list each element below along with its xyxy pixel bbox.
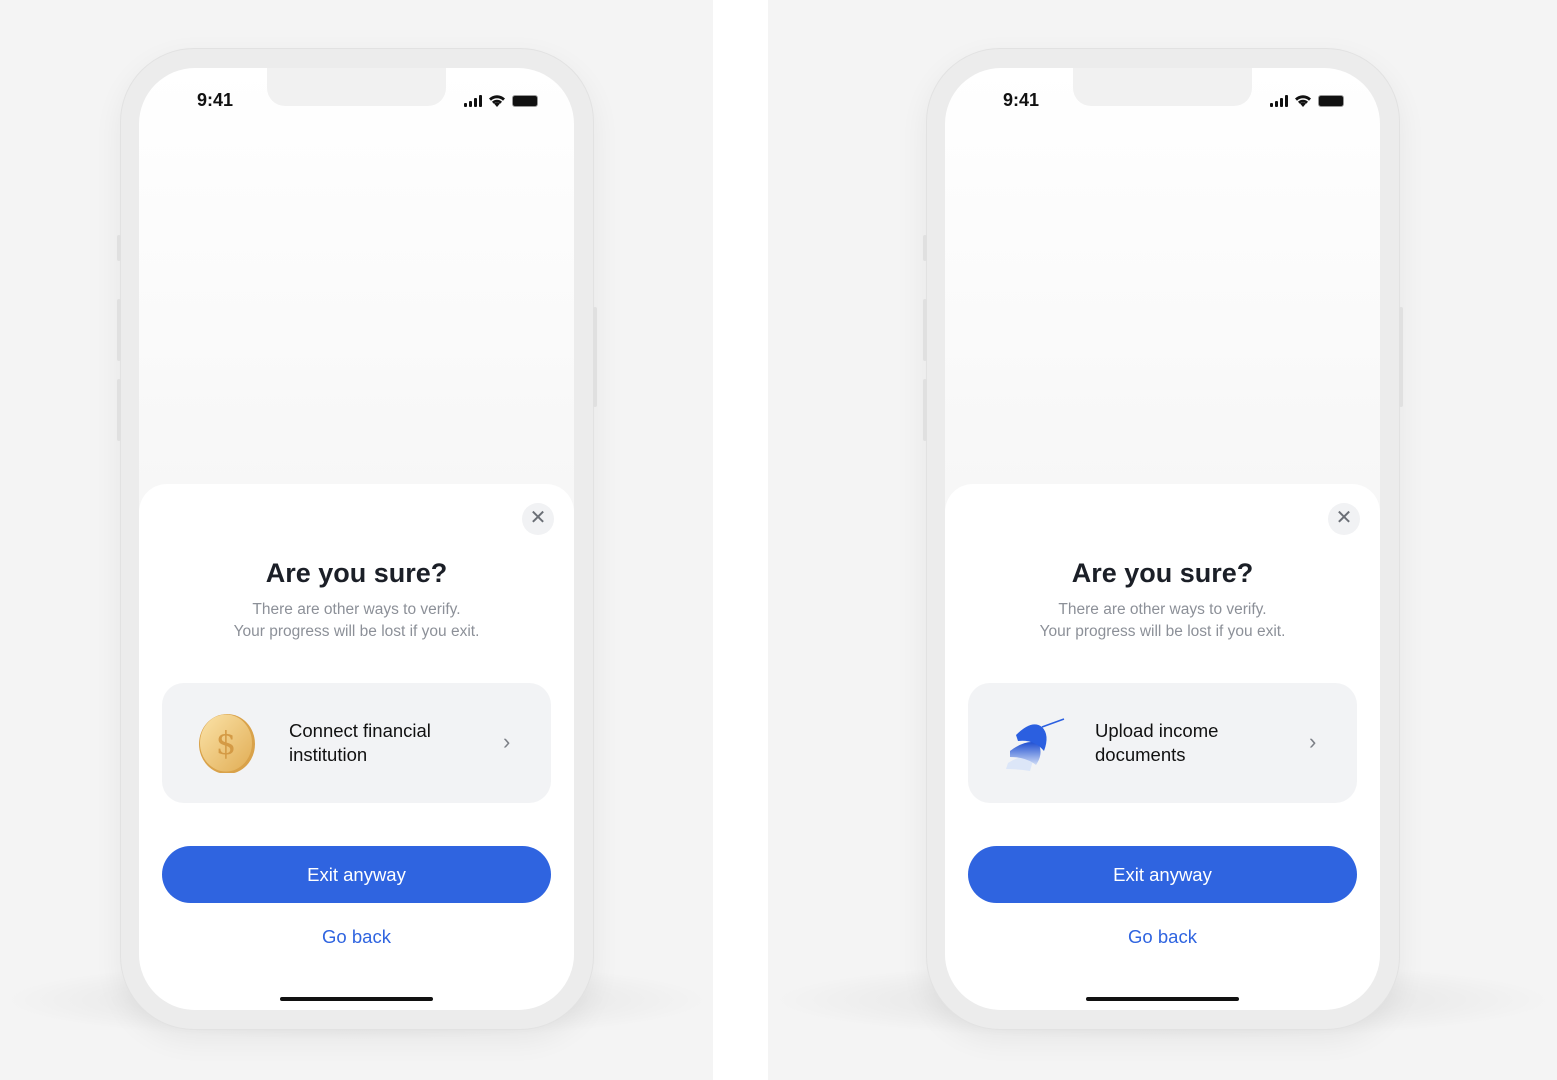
exit-anyway-button[interactable]: Exit anyway	[968, 846, 1357, 903]
exit-confirmation-sheet: ✕ Are you sure? There are other ways to …	[945, 484, 1380, 1010]
blue-documents-icon	[1006, 718, 1065, 771]
status-time: 9:41	[1003, 90, 1040, 110]
option-label: Connect financial institution	[289, 720, 431, 765]
chevron-right-icon: ›	[1309, 729, 1317, 754]
option-connect-financial-institution[interactable]: $ Connect financial institution ›	[162, 683, 551, 803]
subtitle-line: Your progress will be lost if you exit.	[1039, 623, 1286, 640]
mockup-panel-left: 9:41 ✕ Are you sure? There are other way…	[0, 0, 713, 1080]
side-button	[923, 235, 927, 261]
side-button	[117, 379, 121, 441]
side-button	[593, 307, 597, 407]
phone-screen: 9:41 ✕ Are you sure? There are other way…	[945, 68, 1380, 1010]
exit-anyway-button[interactable]: Exit anyway	[162, 846, 551, 903]
signal-icon	[464, 95, 482, 107]
phone-frame: 9:41 ✕ Are you sure? There are other way…	[117, 48, 597, 1030]
side-button	[1399, 307, 1403, 407]
dialog-title: Are you sure?	[1071, 558, 1254, 588]
status-icons	[1270, 94, 1344, 107]
notch	[1073, 68, 1252, 106]
wifi-icon	[489, 95, 505, 107]
phone-screen: 9:41 ✕ Are you sure? There are other way…	[139, 68, 574, 1010]
close-button[interactable]: ✕	[522, 503, 554, 535]
wifi-icon	[1295, 95, 1311, 107]
dialog-subtitle: There are other ways to verify. Your prog…	[945, 599, 1380, 643]
close-icon: ✕	[1335, 507, 1353, 529]
side-button	[923, 379, 927, 441]
go-back-link[interactable]: Go back	[945, 926, 1380, 948]
side-button	[117, 299, 121, 361]
phone-frame: 9:41 ✕ Are you sure? There are other way…	[923, 48, 1403, 1030]
home-indicator	[280, 997, 433, 1001]
side-button	[117, 235, 121, 261]
battery-icon	[512, 95, 538, 107]
status-time: 9:41	[197, 90, 234, 110]
status-icons	[464, 94, 538, 107]
side-button	[923, 299, 927, 361]
go-back-link[interactable]: Go back	[139, 926, 574, 948]
dialog-title: Are you sure?	[265, 558, 448, 588]
close-button[interactable]: ✕	[1328, 503, 1360, 535]
subtitle-line: Your progress will be lost if you exit.	[233, 623, 480, 640]
close-icon: ✕	[529, 507, 547, 529]
option-label: Upload income documents	[1095, 720, 1219, 765]
mockup-panel-right: 9:41 ✕ Are you sure? There are other way…	[768, 0, 1557, 1080]
signal-icon	[1270, 95, 1288, 107]
battery-icon	[1318, 95, 1344, 107]
exit-confirmation-sheet: ✕ Are you sure? There are other ways to …	[139, 484, 574, 1010]
subtitle-line: There are other ways to verify.	[1058, 601, 1267, 618]
dialog-subtitle: There are other ways to verify. Your prog…	[139, 599, 574, 643]
gold-coin-dollar-icon: $	[199, 714, 255, 773]
subtitle-line: There are other ways to verify.	[252, 601, 461, 618]
svg-text:$: $	[216, 724, 236, 762]
home-indicator	[1086, 997, 1239, 1001]
notch	[267, 68, 446, 106]
chevron-right-icon: ›	[503, 729, 511, 754]
option-upload-income-documents[interactable]: Upload income documents ›	[968, 683, 1357, 803]
